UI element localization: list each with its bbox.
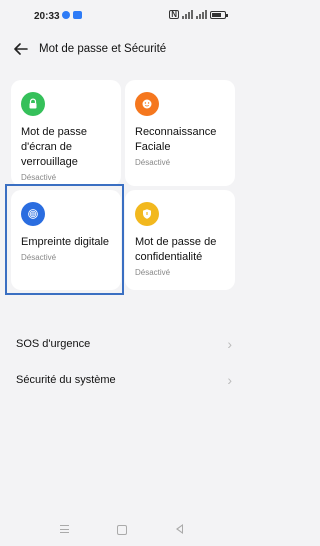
face-icon — [135, 92, 159, 116]
chevron-right-icon: › — [227, 336, 232, 352]
system-security-row[interactable]: Sécurité du système › — [16, 370, 232, 392]
lock-svg — [29, 98, 37, 109]
back-arrow-svg — [14, 43, 28, 55]
card-status: Désactivé — [135, 268, 171, 277]
navigation-bar — [0, 518, 244, 542]
status-icons: N — [169, 10, 228, 19]
status-bar: 20:33 N — [0, 0, 244, 32]
face-recognition-card[interactable]: Reconnaissance Faciale Désactivé — [125, 80, 235, 186]
settings-notification-icon — [62, 11, 70, 19]
status-time: 20:33 — [34, 11, 60, 22]
nfc-icon: N — [169, 10, 179, 19]
recent-apps-icon[interactable] — [60, 525, 69, 533]
lock-icon — [21, 92, 45, 116]
privacy-shield-icon — [135, 202, 159, 226]
shield-svg — [143, 209, 151, 219]
battery-icon — [210, 10, 228, 19]
app-notification-icon — [73, 11, 82, 19]
chevron-right-icon: › — [227, 372, 232, 388]
card-label: Mot de passe de confidentialité — [135, 236, 217, 263]
face-svg — [142, 99, 152, 109]
card-status: Désactivé — [135, 158, 171, 167]
card-status: Désactivé — [21, 173, 57, 182]
sos-emergency-row[interactable]: SOS d'urgence › — [16, 334, 232, 356]
signal-icon — [182, 10, 193, 19]
page-title: Mot de passe et Sécurité — [39, 43, 167, 55]
focus-highlight — [5, 184, 124, 295]
lock-screen-password-card[interactable]: Mot de passe d'écran de verrouillage Dés… — [11, 80, 121, 186]
row-label: SOS d'urgence — [16, 338, 91, 350]
row-label: Sécurité du système — [16, 374, 116, 386]
card-label: Reconnaissance Faciale — [135, 126, 217, 153]
signal-icon-2 — [196, 10, 207, 19]
home-icon[interactable] — [117, 525, 127, 535]
card-label: Mot de passe d'écran de verrouillage — [21, 126, 88, 168]
privacy-password-card[interactable]: Mot de passe de confidentialité Désactiv… — [125, 190, 235, 290]
nav-back-icon[interactable] — [176, 524, 183, 534]
page-header: Mot de passe et Sécurité — [0, 36, 244, 64]
back-arrow-icon[interactable] — [12, 40, 30, 58]
